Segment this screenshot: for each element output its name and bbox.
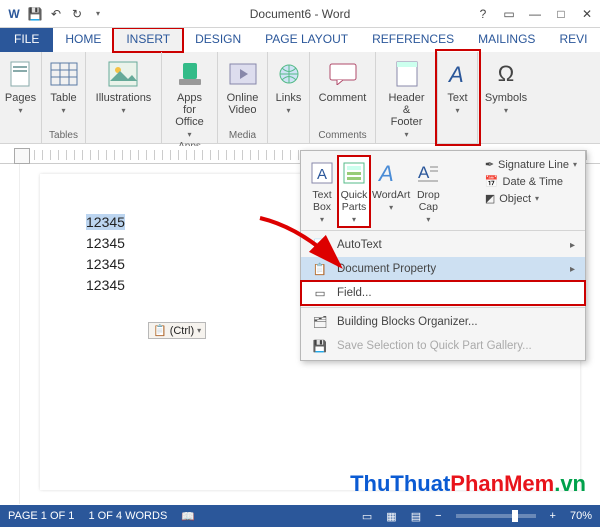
header-footer-label: Header & Footer [384, 92, 429, 128]
text-icon: A [442, 58, 474, 90]
comment-label: Comment [319, 92, 367, 104]
menu-building-blocks[interactable]: 🗂 Building Blocks Organizer... [301, 310, 585, 334]
drop-cap-icon: A [414, 159, 442, 187]
maximize-icon[interactable]: □ [550, 4, 572, 24]
object-button[interactable]: ◩Object▾ [483, 191, 579, 206]
chevron-down-icon: ▾ [197, 326, 201, 335]
tab-review[interactable]: REVI [547, 28, 599, 52]
svg-text:A: A [418, 163, 430, 182]
menu-field[interactable]: ▭ Field... [301, 281, 585, 305]
text-label: Text [447, 92, 467, 104]
tables-group-label: Tables [49, 130, 78, 141]
svg-text:A: A [378, 161, 394, 185]
status-proofing-icon[interactable]: 📖 [181, 510, 195, 523]
wordart-icon: A [377, 159, 405, 187]
zoom-out-icon[interactable]: − [435, 510, 441, 522]
redo-icon[interactable]: ↻ [67, 4, 87, 24]
vertical-ruler[interactable] [0, 164, 20, 504]
wordart-button[interactable]: A WordArt▾ [371, 157, 411, 226]
comment-icon [327, 58, 359, 90]
symbols-label: Symbols [485, 92, 527, 104]
clipboard-icon: 📋 [153, 324, 167, 337]
apps-icon [174, 58, 206, 90]
quick-parts-icon [340, 159, 368, 187]
window-controls: ? ▭ — □ ✕ [472, 4, 598, 24]
pictures-icon [107, 58, 139, 90]
tab-mailings[interactable]: MAILINGS [466, 28, 547, 52]
help-icon[interactable]: ? [472, 4, 494, 24]
paste-ctrl-label: (Ctrl) [170, 325, 194, 337]
status-words[interactable]: 1 OF 4 WORDS [88, 510, 167, 522]
online-video-button[interactable]: Online Video [225, 56, 261, 118]
quick-access-toolbar: W 💾 ↶ ↻ ▾ [0, 4, 108, 24]
qat-dropdown-icon[interactable]: ▾ [88, 4, 108, 24]
media-group-label: Media [229, 130, 256, 141]
pages-button[interactable]: Pages▾ [3, 56, 39, 117]
table-button[interactable]: Table▾ [46, 56, 82, 117]
zoom-in-icon[interactable]: + [550, 510, 556, 522]
svg-text:A: A [317, 166, 327, 183]
ribbon: Pages▾ Table▾ Tables Illustrations▾ Apps… [0, 52, 600, 144]
links-label: Links [276, 92, 302, 104]
word-icon: W [4, 4, 24, 24]
field-icon: ▭ [311, 285, 329, 301]
ribbon-tabs: FILE HOME INSERT DESIGN PAGE LAYOUT REFE… [0, 28, 600, 52]
pages-label: Pages [5, 92, 36, 104]
header-footer-icon [391, 58, 423, 90]
table-icon [48, 58, 80, 90]
view-print-icon[interactable]: ▦ [386, 510, 396, 523]
zoom-slider[interactable] [456, 514, 536, 518]
tab-design[interactable]: DESIGN [183, 28, 253, 52]
status-page[interactable]: PAGE 1 OF 1 [8, 510, 74, 522]
building-blocks-icon: 🗂 [311, 314, 329, 330]
tab-insert[interactable]: INSERT [113, 28, 183, 52]
drop-cap-button[interactable]: A Drop Cap▾ [413, 157, 443, 226]
illustrations-button[interactable]: Illustrations▾ [94, 56, 154, 117]
links-icon [273, 58, 305, 90]
menu-save-selection: 💾 Save Selection to Quick Part Gallery..… [301, 334, 585, 358]
links-button[interactable]: Links▾ [271, 56, 307, 117]
header-footer-button[interactable]: Header & Footer▾ [382, 56, 431, 141]
tab-page-layout[interactable]: PAGE LAYOUT [253, 28, 360, 52]
title-bar: W 💾 ↶ ↻ ▾ Document6 - Word ? ▭ — □ ✕ [0, 0, 600, 28]
tab-home[interactable]: HOME [53, 28, 113, 52]
zoom-level[interactable]: 70% [570, 510, 592, 522]
close-icon[interactable]: ✕ [576, 4, 598, 24]
object-icon: ◩ [485, 192, 495, 205]
video-icon [227, 58, 259, 90]
watermark: ThuThuatPhanMem.vn [350, 471, 586, 497]
signature-line-button[interactable]: ✒Signature Line▾ [483, 157, 579, 172]
apps-label: Apps for Office [170, 92, 209, 128]
comments-group-label: Comments [318, 130, 366, 141]
annotation-arrow [252, 210, 352, 280]
undo-icon[interactable]: ↶ [46, 4, 66, 24]
minimize-icon[interactable]: — [524, 4, 546, 24]
ribbon-collapse-icon[interactable]: ▭ [498, 4, 520, 24]
chevron-right-icon: ▸ [570, 264, 575, 275]
signature-icon: ✒ [485, 158, 494, 171]
pages-icon [5, 58, 37, 90]
svg-text:A: A [447, 62, 464, 86]
date-time-button[interactable]: 📅Date & Time [483, 174, 579, 189]
save-selection-icon: 💾 [311, 338, 329, 354]
comment-button[interactable]: Comment [317, 56, 369, 106]
tab-file[interactable]: FILE [0, 28, 53, 52]
symbols-icon: Ω [490, 58, 522, 90]
view-web-icon[interactable]: ▤ [411, 510, 421, 523]
window-title: Document6 - Word [250, 7, 350, 21]
paste-options-button[interactable]: 📋 (Ctrl) ▾ [148, 322, 206, 339]
save-icon[interactable]: 💾 [25, 4, 45, 24]
status-bar: PAGE 1 OF 1 1 OF 4 WORDS 📖 ▭ ▦ ▤ − + 70% [0, 505, 600, 527]
chevron-right-icon: ▸ [570, 240, 575, 251]
apps-button[interactable]: Apps for Office▾ [168, 56, 211, 141]
text-button[interactable]: A Text▾ [440, 56, 476, 117]
tab-references[interactable]: REFERENCES [360, 28, 466, 52]
view-read-icon[interactable]: ▭ [362, 510, 372, 523]
date-icon: 📅 [485, 175, 499, 188]
illustrations-label: Illustrations [96, 92, 152, 104]
text-box-icon: A [308, 159, 336, 187]
video-label: Online Video [227, 92, 259, 116]
table-label: Table [50, 92, 76, 104]
symbols-button[interactable]: Ω Symbols▾ [483, 56, 529, 117]
